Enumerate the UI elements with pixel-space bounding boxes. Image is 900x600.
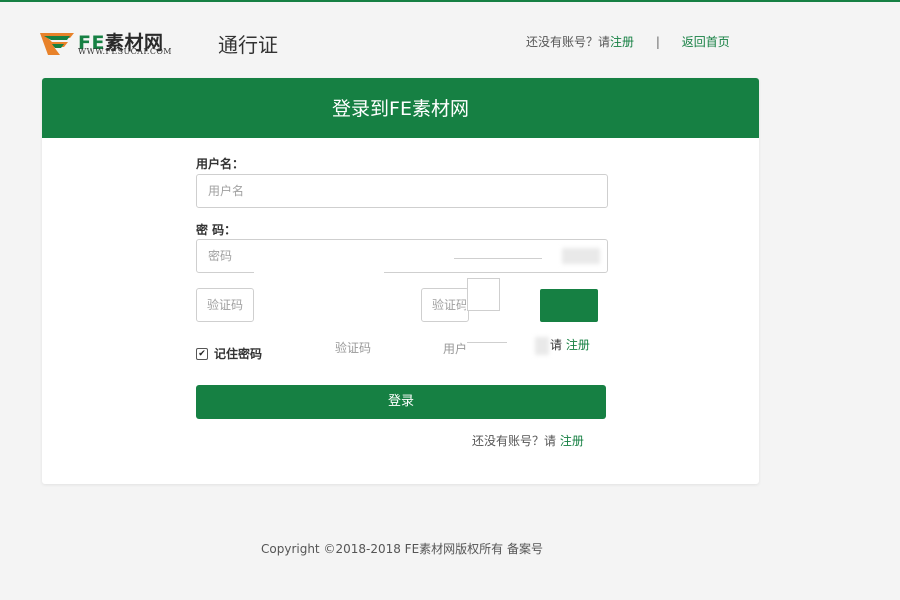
- copyright: Copyright ©2018-2018 FE素材网版权所有 备案号: [261, 542, 543, 556]
- login-button[interactable]: 登录: [196, 385, 606, 419]
- ghost-line: [454, 258, 542, 259]
- username-label: 用户名：: [196, 157, 245, 171]
- floating-register-link[interactable]: 注册: [566, 338, 590, 352]
- page-title: 通行证: [218, 33, 278, 57]
- ghost-box: [467, 278, 500, 311]
- logo[interactable]: FE素材网 WWW.FESUCAI.COM: [40, 30, 200, 58]
- captcha-image-button[interactable]: [540, 289, 598, 322]
- remember-label: 记住密码: [214, 347, 263, 361]
- captcha-input[interactable]: [196, 288, 254, 322]
- floating-register: 请 注册: [550, 336, 590, 353]
- register-link[interactable]: 注册: [560, 434, 584, 448]
- register-prompt: 还没有账号？请 注册: [472, 432, 584, 449]
- no-account-text: 还没有账号？请: [526, 35, 611, 49]
- password-input[interactable]: [196, 239, 608, 273]
- header-register-link[interactable]: 注册: [610, 35, 634, 49]
- username-input[interactable]: [196, 174, 608, 208]
- logo-url: WWW.FESUCAI.COM: [78, 47, 172, 56]
- captcha-input-duplicate[interactable]: [421, 288, 469, 322]
- ghost-line-2: [467, 342, 507, 343]
- top-accent-line: [0, 0, 900, 2]
- remember-password[interactable]: ✔ 记住密码: [196, 345, 262, 362]
- blurred-artifact-2: [535, 337, 549, 355]
- header-divider: |: [655, 35, 660, 49]
- login-card-title: 登录到FE素材网: [42, 78, 759, 138]
- floating-register-prefix: 请: [550, 338, 563, 352]
- ghost-captcha-text: 验证码: [335, 341, 372, 355]
- login-card: 登录到FE素材网 用户名： 密 码： 验证码 用户 请 注册 ✔ 记住密码 登录…: [42, 78, 759, 484]
- fe-logo-icon: [40, 33, 74, 55]
- blurred-artifact: [562, 248, 600, 264]
- password-label: 密 码：: [196, 223, 237, 237]
- ghost-user-text: 用户: [443, 342, 468, 356]
- mask-fragment: [254, 271, 384, 307]
- back-home-link[interactable]: 返回首页: [682, 35, 730, 49]
- header-links: 还没有账号？请注册 | 返回首页: [526, 33, 730, 50]
- register-prompt-text: 还没有账号？请: [472, 434, 557, 448]
- remember-checkbox[interactable]: ✔: [196, 347, 208, 360]
